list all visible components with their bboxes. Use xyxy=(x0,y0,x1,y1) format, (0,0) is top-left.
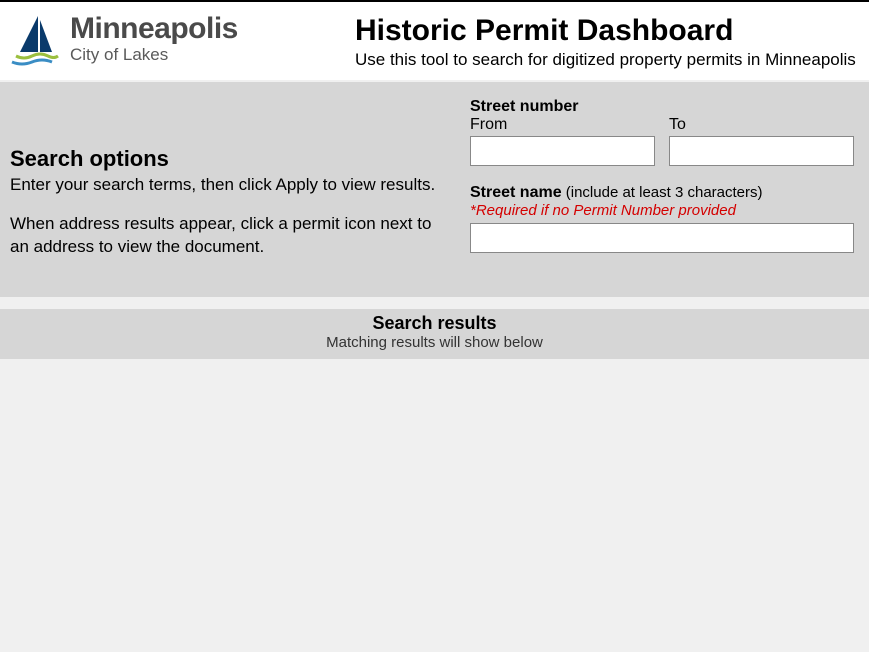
search-panel: Search options Enter your search terms, … xyxy=(0,82,869,297)
search-options: Search options Enter your search terms, … xyxy=(10,98,450,275)
header: Minneapolis City of Lakes Historic Permi… xyxy=(0,0,869,80)
page-subtitle: Use this tool to search for digitized pr… xyxy=(355,50,859,70)
page-title: Historic Permit Dashboard xyxy=(355,14,859,48)
logo-block: Minneapolis City of Lakes xyxy=(10,14,345,70)
street-number-label: Street number xyxy=(470,98,859,116)
logo-text: Minneapolis City of Lakes xyxy=(70,14,238,63)
street-name-hint: (include at least 3 characters) xyxy=(562,184,763,201)
results-subtitle: Matching results will show below xyxy=(0,334,869,351)
street-number-to-input[interactable] xyxy=(669,136,854,166)
to-label: To xyxy=(669,116,854,134)
search-options-title: Search options xyxy=(10,146,450,172)
street-number-group: Street number From To xyxy=(470,98,859,166)
search-fields: Street number From To Street name (inclu… xyxy=(470,98,859,275)
street-number-from-input[interactable] xyxy=(470,136,655,166)
logo-city-name: Minneapolis xyxy=(70,14,238,44)
logo-tagline: City of Lakes xyxy=(70,46,238,63)
search-options-line2: When address results appear, click a per… xyxy=(10,213,450,259)
search-options-text: Enter your search terms, then click Appl… xyxy=(10,174,450,259)
results-panel: Search results Matching results will sho… xyxy=(0,309,869,359)
street-name-group: Street name (include at least 3 characte… xyxy=(470,184,859,253)
street-name-label: Street name xyxy=(470,184,562,201)
from-label: From xyxy=(470,116,655,134)
search-options-line1: Enter your search terms, then click Appl… xyxy=(10,174,450,197)
sailboat-logo-icon xyxy=(10,14,60,70)
required-note: *Required if no Permit Number provided xyxy=(470,202,859,219)
street-name-input[interactable] xyxy=(470,223,854,253)
title-block: Historic Permit Dashboard Use this tool … xyxy=(355,14,859,70)
results-title: Search results xyxy=(0,313,869,334)
